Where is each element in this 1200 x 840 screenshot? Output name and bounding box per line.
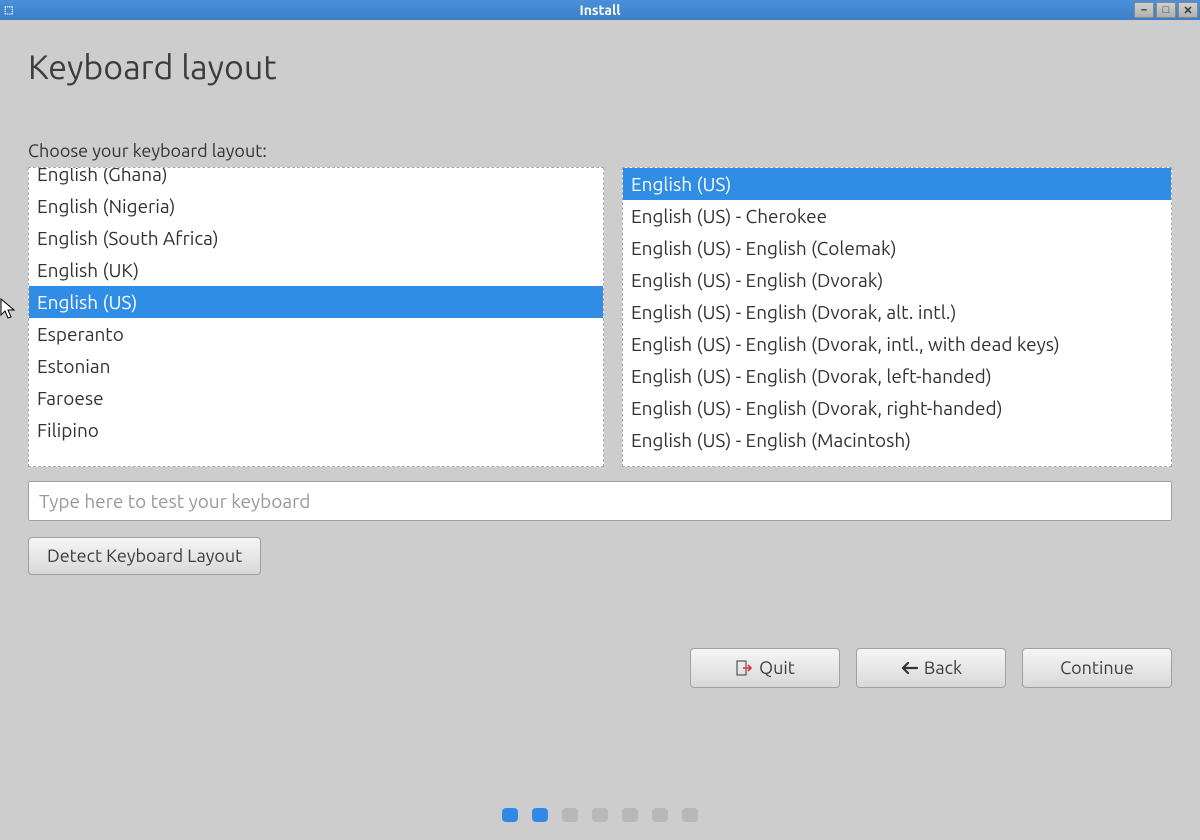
- list-item[interactable]: English (US) - English (Dvorak, left-han…: [623, 360, 1171, 392]
- minimize-button[interactable]: –: [1134, 2, 1154, 18]
- window-controls: – □ ✕: [1134, 2, 1198, 18]
- list-item[interactable]: English (Ghana): [29, 167, 603, 190]
- back-button[interactable]: Back: [856, 648, 1006, 688]
- maximize-button[interactable]: □: [1156, 2, 1176, 18]
- list-item[interactable]: English (US) - English (Dvorak, alt. int…: [623, 296, 1171, 328]
- list-item[interactable]: English (UK): [29, 254, 603, 286]
- quit-icon: [735, 659, 753, 677]
- choose-label: Choose your keyboard layout:: [28, 141, 1172, 161]
- continue-label: Continue: [1060, 658, 1134, 678]
- list-item[interactable]: English (US): [29, 286, 603, 318]
- layout-lists: English (Ghana)English (Nigeria)English …: [28, 167, 1172, 467]
- titlebar-left: ⬚: [4, 4, 13, 16]
- list-item[interactable]: English (Nigeria): [29, 190, 603, 222]
- progress-dot: [532, 808, 548, 822]
- list-item[interactable]: English (US) - English (Macintosh): [623, 424, 1171, 456]
- content-area: Keyboard layout Choose your keyboard lay…: [0, 20, 1200, 575]
- titlebar: ⬚ Install – □ ✕: [0, 0, 1200, 20]
- progress-dot: [682, 808, 698, 822]
- list-item[interactable]: Faroese: [29, 382, 603, 414]
- quit-button[interactable]: Quit: [690, 648, 840, 688]
- app-icon: ⬚: [4, 4, 13, 16]
- list-item[interactable]: English (US): [623, 168, 1171, 200]
- list-item[interactable]: Esperanto: [29, 318, 603, 350]
- back-arrow-icon: [900, 661, 918, 675]
- progress-dot: [562, 808, 578, 822]
- continue-button[interactable]: Continue: [1022, 648, 1172, 688]
- progress-dot: [652, 808, 668, 822]
- list-item[interactable]: English (US) - English (Dvorak): [623, 264, 1171, 296]
- list-item[interactable]: English (US) - English (Colemak): [623, 232, 1171, 264]
- progress-dot: [592, 808, 608, 822]
- test-keyboard-input[interactable]: [28, 481, 1172, 521]
- layout-language-list[interactable]: English (Ghana)English (Nigeria)English …: [28, 167, 604, 467]
- quit-label: Quit: [759, 658, 795, 678]
- back-label: Back: [924, 658, 962, 678]
- nav-buttons: Quit Back Continue: [690, 648, 1172, 688]
- list-item[interactable]: English (US) - English (Dvorak, right-ha…: [623, 392, 1171, 424]
- layout-variant-list[interactable]: English (US)English (US) - CherokeeEngli…: [622, 167, 1172, 467]
- close-button[interactable]: ✕: [1178, 2, 1198, 18]
- list-item[interactable]: Filipino: [29, 414, 603, 446]
- progress-dot: [622, 808, 638, 822]
- progress-indicator: [502, 808, 698, 822]
- list-item[interactable]: English (US) - Cherokee: [623, 200, 1171, 232]
- progress-dot: [502, 808, 518, 822]
- list-item[interactable]: English (US) - English (Dvorak, intl., w…: [623, 328, 1171, 360]
- window-title: Install: [580, 2, 621, 18]
- list-item[interactable]: English (South Africa): [29, 222, 603, 254]
- page-title: Keyboard layout: [28, 48, 1172, 86]
- detect-keyboard-button[interactable]: Detect Keyboard Layout: [28, 537, 261, 575]
- list-item[interactable]: Estonian: [29, 350, 603, 382]
